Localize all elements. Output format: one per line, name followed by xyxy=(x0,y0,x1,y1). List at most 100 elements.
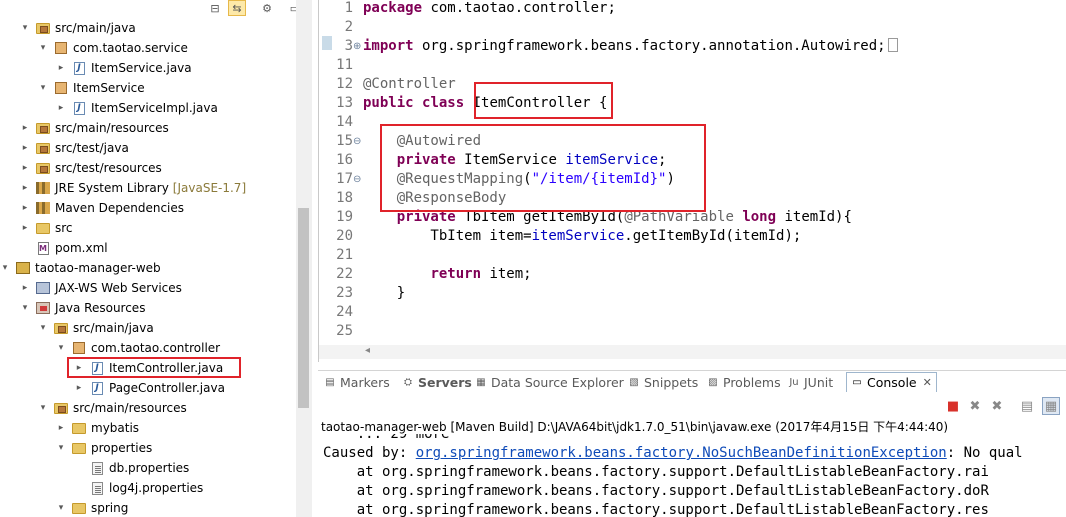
code-editor[interactable]: 1 package com.taotao.controller; 2 3 ⊕ import… xyxy=(318,0,1066,362)
expand-toggle-icon[interactable]: ▾ xyxy=(38,83,48,93)
expand-toggle-icon[interactable]: ▸ xyxy=(74,383,84,393)
folder-icon xyxy=(72,421,86,435)
tree-item-label: src/test/resources xyxy=(55,161,162,175)
tree-item[interactable]: ▾ src/main/java xyxy=(38,318,154,338)
tab-console[interactable]: ▭ Console ✕ xyxy=(846,372,937,392)
tree-item[interactable]: ▾ com.taotao.service xyxy=(38,38,188,58)
code-line[interactable]: return item; xyxy=(363,265,531,284)
tree-item[interactable]: ▸ J ItemServiceImpl.java xyxy=(56,98,218,118)
expand-toggle-icon[interactable]: ▾ xyxy=(20,303,30,313)
expand-toggle-icon[interactable]: ▸ xyxy=(20,223,30,233)
expand-toggle-icon[interactable]: ▸ xyxy=(20,123,30,133)
tree-item[interactable]: ▾ spring xyxy=(56,498,129,517)
clear-console-icon[interactable]: ▤ xyxy=(1018,397,1036,415)
collapsed-imports-icon[interactable] xyxy=(887,38,898,52)
tree-item[interactable]: ▾ properties xyxy=(56,438,153,458)
tab-label: Servers xyxy=(418,374,472,390)
code-line[interactable]: } xyxy=(363,284,405,303)
tab-data-source-explorer[interactable]: ▦ Data Source Explorer xyxy=(475,372,624,392)
line-number: 14 xyxy=(336,114,353,130)
close-tab-icon[interactable]: ✕ xyxy=(923,376,932,389)
explorer-scrollbar[interactable] xyxy=(296,0,312,517)
web-services-icon xyxy=(36,281,50,295)
expand-fold-icon[interactable]: ⊕ xyxy=(353,37,363,56)
remove-all-launches-icon[interactable]: ✖ xyxy=(988,397,1006,415)
line-number: 2 xyxy=(344,19,353,35)
expand-toggle-icon[interactable]: ▸ xyxy=(20,283,30,293)
tree-item-label: mybatis xyxy=(91,421,140,435)
expand-toggle-icon[interactable]: ▾ xyxy=(56,503,66,513)
collapse-fold-icon[interactable]: ⊖ xyxy=(353,132,363,151)
expand-toggle-icon[interactable]: ▸ xyxy=(20,203,30,213)
tab-servers[interactable]: ⛭ Servers xyxy=(402,372,472,392)
expand-toggle-icon[interactable]: ▸ xyxy=(56,103,66,113)
expand-toggle-icon[interactable]: ▾ xyxy=(38,43,48,53)
tree-item[interactable]: ▸ Maven Dependencies xyxy=(20,198,184,218)
collapse-all-icon[interactable]: ⊟ xyxy=(206,0,224,16)
expand-toggle-icon[interactable]: ▸ xyxy=(56,63,66,73)
tab-markers[interactable]: ▤ Markers xyxy=(324,372,389,392)
tree-item-label: ItemServiceImpl.java xyxy=(91,101,218,115)
tree-item[interactable]: ▾ Java Resources xyxy=(20,298,146,318)
console-text: Caused by: xyxy=(323,445,416,461)
tree-item[interactable]: ▸ src/main/resources xyxy=(20,118,169,138)
console-line: at org.springframework.beans.factory.sup… xyxy=(323,463,989,482)
expand-toggle-icon[interactable]: ▾ xyxy=(56,443,66,453)
line-number: 24 xyxy=(336,304,353,320)
line-number: 12 xyxy=(336,76,353,92)
tree-item[interactable]: ▾ ItemService xyxy=(38,78,145,98)
expand-toggle-icon[interactable]: ▾ xyxy=(56,343,66,353)
tree-item[interactable]: ▸ J ItemService.java xyxy=(56,58,192,78)
tree-item[interactable]: ▸ src xyxy=(20,218,73,238)
expand-toggle-icon[interactable]: ▸ xyxy=(20,163,30,173)
java-resources-icon xyxy=(36,301,50,315)
exception-link[interactable]: org.springframework.beans.factory.NoSuch… xyxy=(416,445,947,461)
tree-item-label: Maven Dependencies xyxy=(55,201,185,215)
tree-item[interactable]: ▸ JAX-WS Web Services xyxy=(20,278,182,298)
line-number: 3 xyxy=(344,38,353,54)
tree-item[interactable]: ▸ src/test/java xyxy=(20,138,129,158)
tab-junit[interactable]: Ju JUnit xyxy=(788,372,833,392)
expand-toggle-icon[interactable]: ▸ xyxy=(56,423,66,433)
tree-item[interactable]: ▸ JRE System Library [JavaSE-1.7] xyxy=(20,178,246,198)
tab-snippets[interactable]: ▧ Snippets xyxy=(628,372,698,392)
tree-item[interactable]: ▾ src/main/java xyxy=(20,18,136,38)
tree-item-label: src/main/resources xyxy=(55,121,169,135)
expand-toggle-icon[interactable]: ▸ xyxy=(20,143,30,153)
explorer-scroll-thumb[interactable] xyxy=(298,208,309,408)
tree-item[interactable]: ▸ src/test/resources xyxy=(20,158,162,178)
code-line[interactable]: TbItem item=itemService.getItemById(item… xyxy=(363,227,801,246)
tree-item[interactable]: ▾ com.taotao.controller xyxy=(56,338,220,358)
editor-horizontal-scrollbar[interactable]: ◂ xyxy=(319,345,1066,359)
package-icon xyxy=(54,41,68,55)
tree-item[interactable]: ▾ src/main/resources xyxy=(38,398,187,418)
expand-toggle-icon[interactable]: ▾ xyxy=(38,323,48,333)
tree-item[interactable]: db.properties xyxy=(74,458,189,478)
view-menu-icon[interactable]: ⚙ xyxy=(258,0,276,16)
tree-item[interactable]: ▾ taotao-manager-web xyxy=(0,258,161,278)
remove-launch-icon[interactable]: ✖ xyxy=(966,397,984,415)
scroll-left-icon[interactable]: ◂ xyxy=(365,345,370,356)
tree-item[interactable]: ▸ mybatis xyxy=(56,418,139,438)
tree-item[interactable]: log4j.properties xyxy=(74,478,203,498)
code-line[interactable]: package com.taotao.controller; xyxy=(363,0,616,18)
scroll-lock-icon[interactable]: ▦ xyxy=(1042,397,1060,415)
tree-item-decoration: [JavaSE-1.7] xyxy=(172,181,247,195)
tree-item-label: src/test/java xyxy=(55,141,129,155)
expand-toggle-icon[interactable]: ▸ xyxy=(20,183,30,193)
tree-item-label: Java Resources xyxy=(55,301,146,315)
tab-problems[interactable]: ▨ Problems xyxy=(707,372,780,392)
link-with-editor-icon[interactable]: ⇆ xyxy=(228,0,246,16)
expand-toggle-icon[interactable]: ▾ xyxy=(38,403,48,413)
code-line[interactable]: @Controller xyxy=(363,75,456,94)
line-number: 25 xyxy=(336,323,353,339)
terminate-icon[interactable]: ■ xyxy=(944,397,962,415)
item-controller-highlight xyxy=(67,357,241,378)
code-line[interactable]: import org.springframework.beans.factory… xyxy=(363,37,898,56)
collapse-fold-icon[interactable]: ⊖ xyxy=(353,170,363,189)
data-source-icon: ▦ xyxy=(476,376,486,388)
tree-item[interactable]: Mpom.xml xyxy=(20,238,108,258)
expand-toggle-icon[interactable]: ▾ xyxy=(20,23,30,33)
tree-item[interactable]: ▸ J PageController.java xyxy=(74,378,225,398)
expand-toggle-icon[interactable]: ▾ xyxy=(0,263,10,273)
